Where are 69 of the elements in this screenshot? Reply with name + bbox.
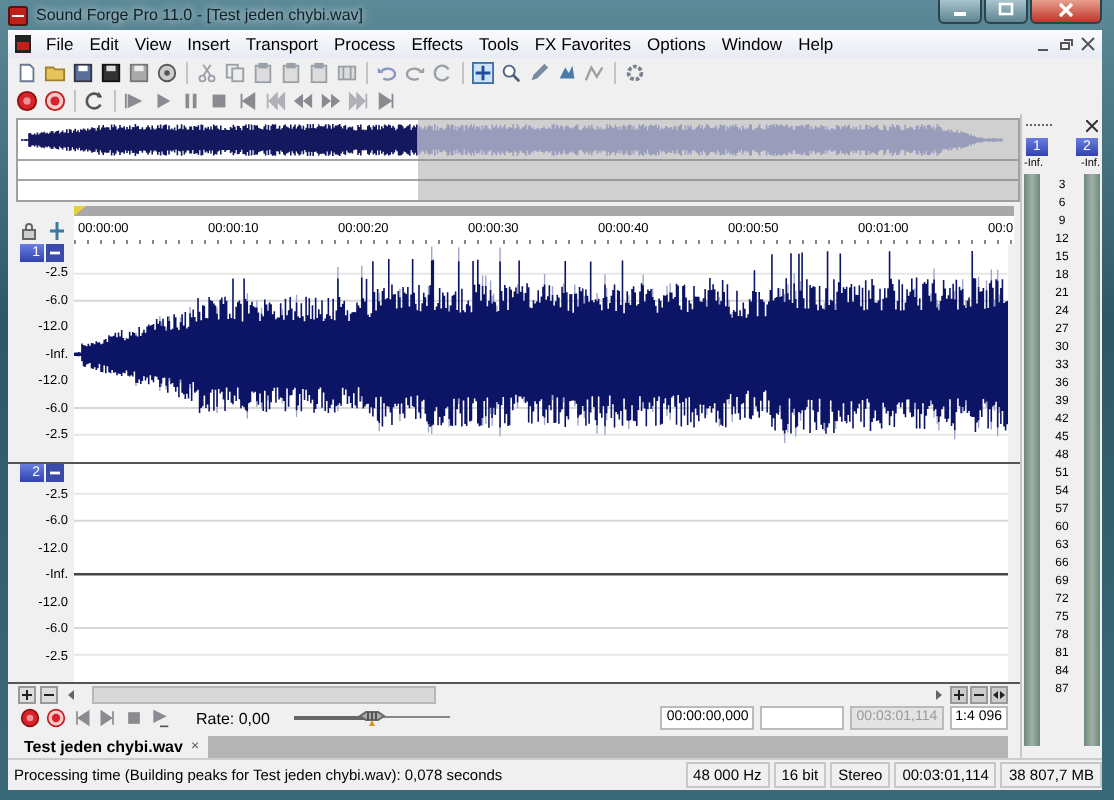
menu-item[interactable]: Effects [403,34,472,54]
fast-forward-icon[interactable] [320,89,342,111]
menu-item[interactable]: View [126,34,180,54]
loop-icon[interactable] [84,89,106,111]
grip-icon[interactable] [1026,122,1054,128]
record-icon[interactable] [20,708,40,729]
zoom-out-icon[interactable] [40,685,58,704]
paste-icon[interactable] [252,61,274,83]
menu-item[interactable]: Tools [471,34,527,54]
gear-icon[interactable] [624,61,646,83]
go-to-end-icon[interactable] [376,89,398,111]
rewind-icon[interactable] [292,89,314,111]
menu-item[interactable]: File [38,34,82,54]
menu-item[interactable]: Help [790,34,842,54]
go-to-start-icon[interactable] [236,89,258,111]
pause-icon[interactable] [180,89,202,111]
lock-icon[interactable] [20,221,38,240]
menu-item[interactable]: Transport [237,34,326,54]
envelope-line-icon[interactable] [584,61,606,83]
record-arm-icon[interactable] [44,89,66,111]
collapse-icon[interactable] [46,243,64,262]
zoom-in-icon[interactable] [18,685,36,704]
close-icon[interactable] [1086,119,1098,131]
edit-tool-icon[interactable] [472,61,494,83]
close-icon[interactable] [1030,0,1102,24]
rate-slider-thumb[interactable] [358,710,386,727]
zoom-out-icon[interactable] [970,685,988,704]
save-as-icon[interactable] [100,61,122,83]
record-icon[interactable] [16,89,38,111]
menu-item[interactable]: FX Favorites [526,34,640,54]
menu-item[interactable]: Insert [179,34,238,54]
magnifier-icon[interactable] [500,61,522,83]
close-icon[interactable] [1080,36,1096,52]
save-icon[interactable] [72,61,94,83]
play-selection-icon[interactable] [150,708,170,729]
zoom-in-icon[interactable] [950,685,968,704]
paste-icon[interactable] [308,61,330,83]
stop-icon[interactable] [124,708,144,729]
overview-drawing[interactable] [18,120,1018,200]
undo-icon[interactable] [376,61,398,83]
minimize-icon[interactable] [938,0,982,24]
menu-item[interactable]: Edit [81,34,127,54]
time-field[interactable] [760,706,845,731]
menu-item[interactable]: Process [325,34,404,54]
go-to-end-icon[interactable] [98,708,118,729]
disc-icon[interactable] [156,61,178,83]
record-arm-icon[interactable] [46,708,66,729]
app-icon [8,5,28,25]
trim-icon[interactable] [336,61,358,83]
go-to-start-icon[interactable] [72,708,92,729]
repeat-icon[interactable] [432,61,454,83]
document-icon[interactable] [14,34,32,54]
maximize-icon[interactable] [984,0,1028,24]
waveform-drawing[interactable] [74,243,1008,463]
menu-item[interactable]: Window [713,34,791,54]
restore-icon[interactable] [1058,36,1074,52]
rate-label: Rate: 0,00 [196,709,272,728]
silent-track[interactable] [74,464,1008,683]
collapse-icon[interactable] [46,464,64,483]
stop-icon[interactable] [208,89,230,111]
cut-icon[interactable] [196,61,218,83]
paste-icon[interactable] [280,61,302,83]
zoom-fit-icon[interactable] [990,685,1008,704]
scrollbar-thumb[interactable] [92,685,436,704]
redo-icon[interactable] [404,61,426,83]
window-title: Sound Forge Pro 11.0 - [Test jeden chybi.wav] [36,6,363,24]
menu-item[interactable]: Options [639,34,714,54]
play-icon[interactable] [152,89,174,111]
copy-icon[interactable] [224,61,246,83]
